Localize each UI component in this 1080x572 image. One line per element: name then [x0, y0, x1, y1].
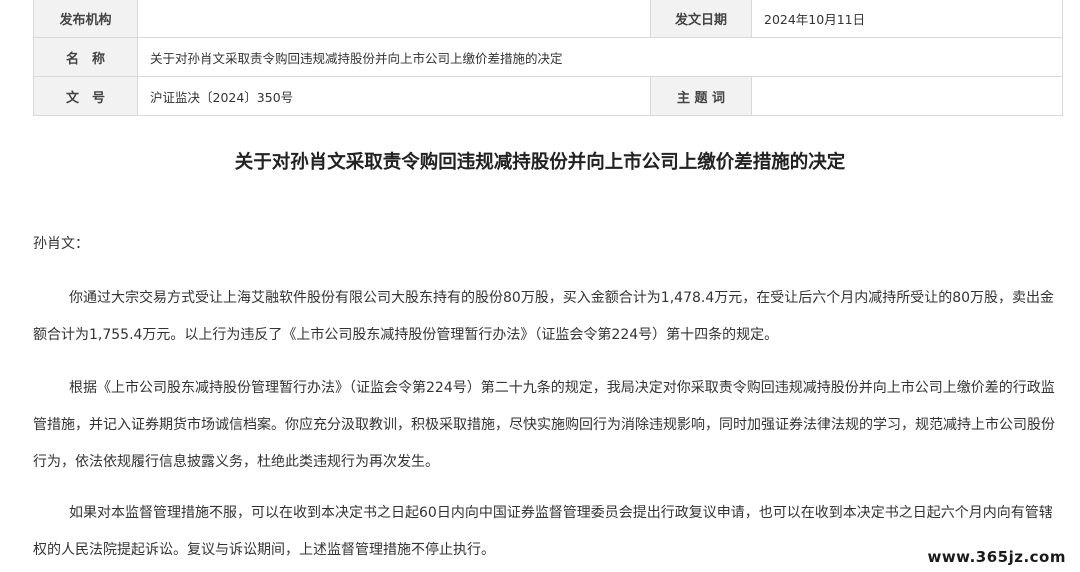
meta-row-name: 名 称 关于对孙肖文采取责令购回违规减持股份并向上市公司上缴价差措施的决定 [33, 37, 1063, 77]
doc-no-label: 文 号 [33, 76, 138, 116]
date-value: 2024年10月11日 [751, 0, 1063, 38]
paragraph-3: 如果对本监督管理措施不服，可以在收到本决定书之日起60日内向中国证券监督管理委员… [33, 505, 1053, 558]
publisher-value [137, 0, 651, 38]
site-watermark: www.365jz.com [921, 546, 1072, 568]
subject-label: 主 题 词 [650, 76, 752, 116]
salutation: 孙肖文： [33, 236, 89, 252]
doc-no-value: 沪证监决〔2024〕350号 [137, 76, 651, 116]
name-label: 名 称 [33, 37, 138, 77]
document-page: 发布机构 发文日期 2024年10月11日 名 称 关于对孙肖文采取责令购回违规… [0, 0, 1080, 572]
meta-row-publisher: 发布机构 发文日期 2024年10月11日 [33, 0, 1063, 38]
document-title: 关于对孙肖文采取责令购回违规减持股份并向上市公司上缴价差措施的决定 [234, 152, 846, 173]
subject-value [751, 76, 1063, 116]
publisher-label: 发布机构 [33, 0, 138, 38]
meta-row-doc-no: 文 号 沪证监决〔2024〕350号 主 题 词 [33, 76, 1063, 116]
paragraph-2: 根据《上市公司股东减持股份管理暂行办法》（证监会令第224号）第二十九条的规定，… [33, 380, 1055, 470]
document-meta-table: 发布机构 发文日期 2024年10月11日 名 称 关于对孙肖文采取责令购回违规… [33, 0, 1063, 116]
name-value: 关于对孙肖文采取责令购回违规减持股份并向上市公司上缴价差措施的决定 [137, 37, 1063, 77]
paragraph-1: 你通过大宗交易方式受让上海艾融软件股份有限公司大股东持有的股份80万股，买入金额… [33, 290, 1055, 343]
date-label: 发文日期 [650, 0, 752, 38]
